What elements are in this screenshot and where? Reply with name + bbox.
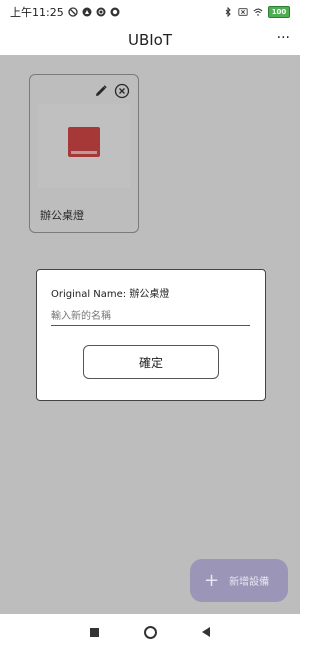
app-notification-icon	[110, 7, 120, 17]
status-left: 上午11:25	[0, 4, 120, 20]
sync-icon	[96, 7, 106, 17]
compass-icon	[82, 7, 92, 17]
sim-error-icon	[238, 8, 248, 16]
back-icon[interactable]	[202, 627, 210, 637]
status-right: 100	[223, 6, 300, 18]
recents-icon[interactable]	[90, 627, 99, 637]
plus-icon: +	[204, 569, 220, 591]
wifi-icon	[253, 8, 263, 16]
rename-dialog: Original Name: 辦公桌燈 確定	[36, 269, 266, 401]
add-device-button[interactable]: + 新增設備	[190, 559, 288, 602]
status-bar: 上午11:25 100	[0, 0, 300, 24]
battery-icon: 100	[268, 6, 290, 18]
navigation-bar	[0, 614, 300, 650]
status-time: 上午11:25	[10, 6, 64, 19]
home-icon[interactable]	[144, 625, 157, 639]
notification-icon	[68, 7, 78, 17]
confirm-button[interactable]: 確定	[83, 345, 219, 379]
app-title: UBIoT	[127, 30, 173, 49]
add-device-label: 新增設備	[229, 577, 270, 588]
new-name-input[interactable]	[51, 307, 250, 326]
original-name-label: Original Name: 辦公桌燈	[51, 289, 170, 300]
app-bar: UBIoT ···	[0, 24, 300, 55]
bluetooth-icon	[225, 7, 231, 17]
more-options-button[interactable]: ···	[277, 30, 290, 46]
